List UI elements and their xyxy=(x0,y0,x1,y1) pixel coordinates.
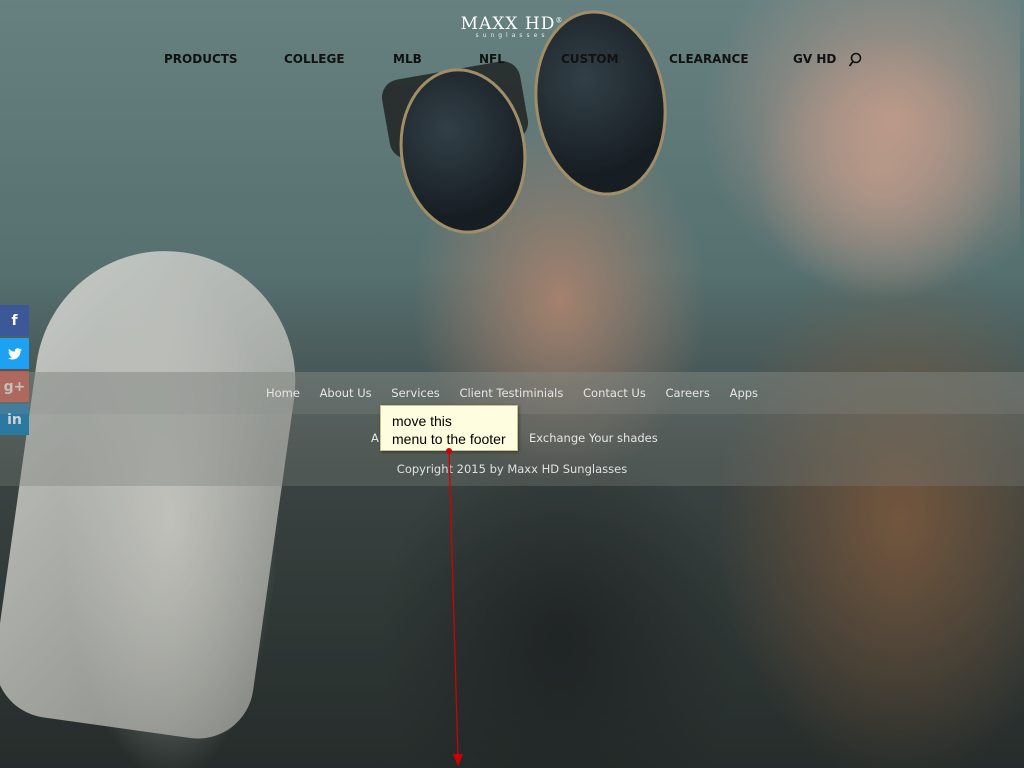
footer-link-about-us[interactable]: About Us xyxy=(320,386,372,400)
footer-link-home[interactable]: Home xyxy=(266,386,300,400)
footer-link-services[interactable]: Services xyxy=(391,386,440,400)
search-icon[interactable] xyxy=(848,52,862,68)
facebook-share-button[interactable]: f xyxy=(0,305,29,336)
footer-link-careers[interactable]: Careers xyxy=(665,386,709,400)
twitter-icon xyxy=(7,347,22,359)
annotation-line-2: menu to the footer xyxy=(392,431,506,447)
copyright-text: Copyright 2015 by Maxx HD Sunglasses xyxy=(396,462,628,476)
twitter-share-button[interactable] xyxy=(0,338,29,369)
nav-item-mlb[interactable]: MLB xyxy=(393,52,422,66)
logo-subtitle: sunglasses xyxy=(475,32,549,39)
annotation-note: move this menu to the footer xyxy=(380,405,518,451)
footer-secondary-links: A Exchange Your shades xyxy=(371,431,658,445)
annotation-line-1: move this xyxy=(392,413,452,429)
nav-item-clearance[interactable]: CLEARANCE xyxy=(669,52,749,66)
footer-link-apps[interactable]: Apps xyxy=(730,386,758,400)
nav-item-products[interactable]: PRODUCTS xyxy=(164,52,238,66)
nav-item-nfl[interactable]: NFL xyxy=(479,52,505,66)
nav-item-custom[interactable]: CUSTOM xyxy=(561,52,619,66)
footer-link-exchange-shades[interactable]: Exchange Your shades xyxy=(529,431,658,445)
footer-link-contact-us[interactable]: Contact Us xyxy=(583,386,646,400)
main-nav: PRODUCTS COLLEGE MLB NFL CUSTOM CLEARANC… xyxy=(164,52,864,68)
footer-link-partial[interactable]: A xyxy=(371,431,379,445)
site-logo[interactable]: MAXX HD® sunglasses xyxy=(0,14,1024,39)
footer-menu: Home About Us Services Client Testiminia… xyxy=(0,386,1024,400)
nav-item-college[interactable]: COLLEGE xyxy=(284,52,345,66)
nav-item-gv-hd[interactable]: GV HD xyxy=(793,52,836,66)
logo-registered: ® xyxy=(555,16,564,25)
logo-text: MAXX HD xyxy=(460,14,556,34)
footer-link-client-testimonials[interactable]: Client Testiminials xyxy=(459,386,563,400)
